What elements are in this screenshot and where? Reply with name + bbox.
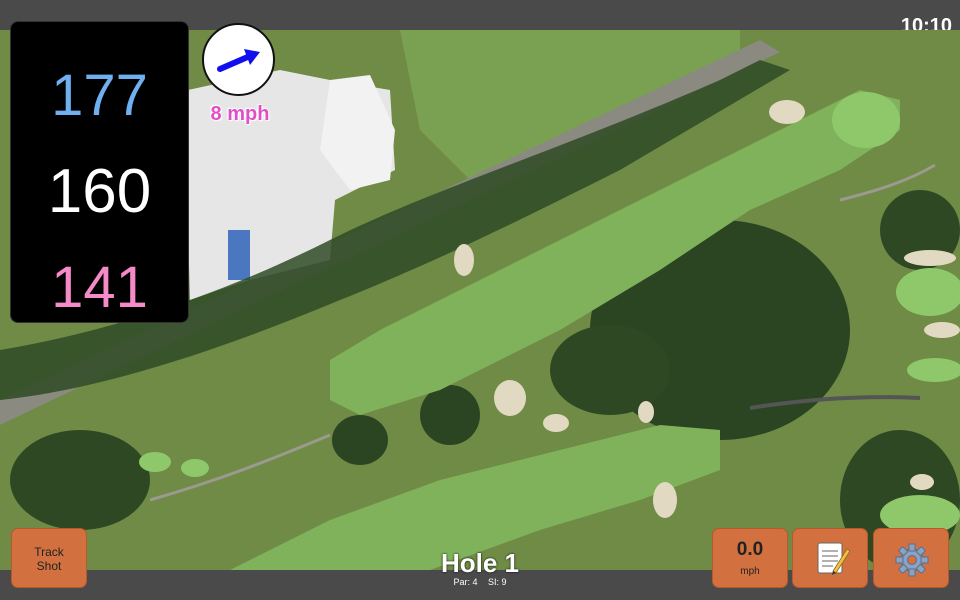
tree-cluster (550, 325, 670, 415)
bunker (494, 380, 526, 416)
green (832, 92, 900, 148)
hole-par: Par: 4 (453, 577, 478, 587)
tree (332, 415, 388, 465)
distance-front: 141 (51, 255, 148, 320)
bunker (454, 244, 474, 276)
notepad-icon (817, 542, 851, 575)
bunker (904, 250, 956, 266)
track-shot-button[interactable]: Track Shot (11, 528, 87, 588)
wind-speed: 8 mph (210, 103, 270, 125)
bunker (653, 482, 677, 518)
track-shot-label: Track Shot (34, 545, 64, 573)
gear-icon (895, 543, 929, 577)
tee-box (181, 459, 209, 477)
bunker (769, 100, 805, 124)
speed-unit: mph (740, 566, 760, 577)
wind-arrow-icon (217, 49, 260, 72)
tree (420, 385, 480, 445)
bunker (638, 401, 654, 423)
blue-roof (228, 230, 250, 280)
distance-panel: 177 160 141 (11, 22, 188, 322)
hole-title: Hole 1 (440, 548, 520, 578)
hole-stroke-index: SI: 9 (488, 577, 507, 587)
speed-button[interactable]: 0.0 mph (712, 528, 788, 588)
distance-back: 177 (51, 63, 148, 128)
wind-indicator (202, 23, 275, 96)
hole-info: Par: 4 SI: 9 (380, 577, 580, 587)
bunker (910, 474, 934, 490)
tee-box (139, 452, 171, 472)
settings-button[interactable] (873, 528, 949, 588)
bunker (543, 414, 569, 432)
bunker (924, 322, 960, 338)
distance-middle: 160 (47, 157, 152, 226)
tree-cluster (10, 430, 150, 530)
notes-button[interactable] (792, 528, 868, 588)
speed-value: 0.0 (736, 539, 764, 560)
